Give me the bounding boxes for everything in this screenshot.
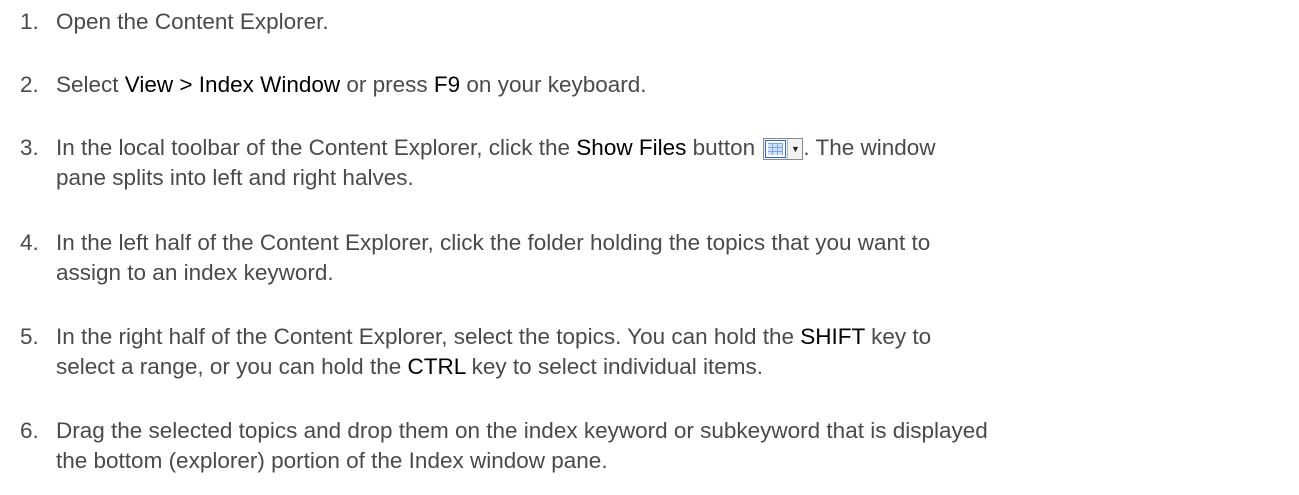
step-6: 6. Drag the selected topics and drop the…: [20, 416, 1299, 476]
step-text: or press: [340, 72, 434, 97]
step-text: button: [686, 135, 762, 160]
step-number: 6.: [20, 418, 39, 443]
step-text: In the right half of the Content Explore…: [56, 324, 801, 349]
step-text: Drag the selected topics and drop them o…: [56, 418, 988, 443]
step-text: Select: [56, 72, 125, 97]
step-text: key to: [864, 324, 932, 349]
show-files-grid-icon: [765, 140, 787, 158]
step-text: select a range, or you can hold the: [56, 354, 408, 379]
step-4: 4. In the left half of the Content Explo…: [20, 228, 1299, 288]
step-text: Open the Content Explorer.: [56, 9, 329, 34]
step-text: on your keyboard.: [460, 72, 647, 97]
step-number: 2.: [20, 72, 39, 97]
step-number: 3.: [20, 135, 39, 160]
shortcut-key: F9: [433, 72, 461, 97]
dropdown-arrow-icon: ▼: [787, 139, 802, 159]
step-number: 1.: [20, 9, 39, 34]
menu-path: View > Index Window: [124, 72, 341, 97]
show-files-button-image: ▼: [763, 138, 804, 160]
button-name: Show Files: [576, 135, 687, 160]
step-text: key to select individual items.: [465, 354, 764, 379]
step-1: 1. Open the Content Explorer.: [20, 7, 1299, 37]
step-text: the bottom (explorer) portion of the Ind…: [56, 448, 608, 473]
step-text: assign to an index keyword.: [56, 260, 334, 285]
step-2: 2. Select View > Index Window or press F…: [20, 70, 1299, 100]
step-text: pane splits into left and right halves.: [56, 165, 414, 190]
step-5: 5. In the right half of the Content Expl…: [20, 322, 1299, 382]
step-text: In the local toolbar of the Content Expl…: [56, 135, 577, 160]
step-text: . The window: [803, 135, 936, 160]
key-name: CTRL: [407, 354, 466, 379]
step-3: 3. In the local toolbar of the Content E…: [20, 133, 1299, 193]
step-number: 4.: [20, 230, 39, 255]
step-text: In the left half of the Content Explorer…: [56, 230, 931, 255]
key-name: SHIFT: [800, 324, 865, 349]
step-number: 5.: [20, 324, 39, 349]
